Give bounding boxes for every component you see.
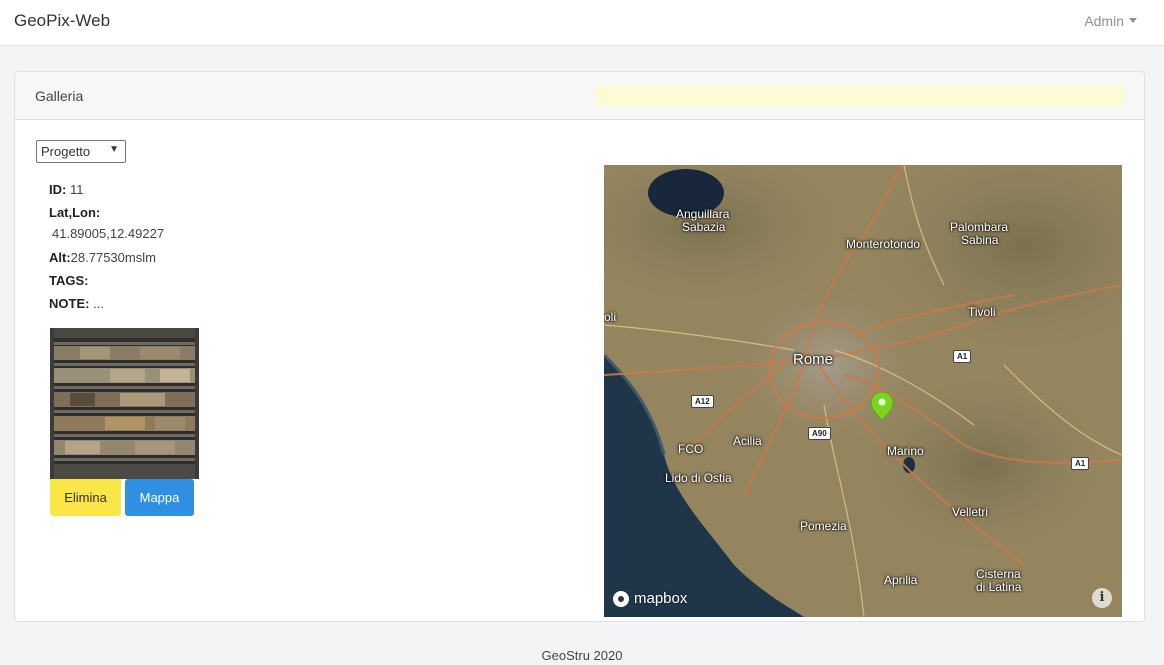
road-shield-a90: A90 (808, 427, 831, 440)
map-label-fco: FCO (678, 442, 704, 456)
latlon-label: Lat,Lon: (49, 205, 101, 220)
mapbox-logo-icon (613, 590, 629, 607)
map-label-tivoli: Tivoli (968, 305, 996, 319)
alt-value: 28.77530mslm (70, 250, 156, 265)
map-view[interactable]: Anguillara Sabazia Monterotondo Palombar… (604, 165, 1122, 617)
road-shield-a1-south: A1 (1071, 457, 1090, 470)
note-value: ... (93, 296, 104, 311)
map-label-oli: oli (604, 310, 617, 324)
page-footer: GeoStru 2020 (541, 648, 623, 663)
user-menu-dropdown[interactable]: Admin (1084, 13, 1137, 29)
map-label-di-latina: di Latina (976, 580, 1022, 594)
project-select-value: Progetto (41, 144, 91, 159)
alt-label: Alt: (49, 250, 71, 265)
photo-id-row: ID: 11 (49, 182, 83, 197)
gallery-card-header: Galleria (15, 72, 1144, 120)
user-menu-label: Admin (1084, 13, 1124, 29)
photo-thumbnail[interactable] (50, 328, 199, 479)
project-select[interactable]: Progetto ▼ (36, 140, 126, 163)
caret-down-icon (1129, 18, 1137, 23)
map-label-rome: Rome (793, 351, 834, 368)
status-message-bar (595, 85, 1125, 107)
map-label-velletri: Velletri (952, 505, 989, 519)
id-value: 11 (69, 182, 84, 197)
altitude-row: Alt:28.77530mslm (49, 250, 156, 265)
map-label-sabazia: Sabazia (682, 220, 726, 234)
latlon-label-row: Lat,Lon: (49, 205, 100, 220)
note-label: NOTE: (49, 296, 90, 311)
id-label: ID: (49, 182, 67, 197)
brand-title[interactable]: GeoPix-Web (14, 11, 110, 31)
delete-button[interactable]: Elimina (50, 479, 121, 516)
map-label-acilia: Acilia (733, 434, 762, 448)
map-label-monterotondo: Monterotondo (846, 237, 921, 251)
map-label-aprilia: Aprilia (884, 573, 918, 587)
road-shield-a12: A12 (691, 395, 714, 408)
core-box-photo (50, 328, 199, 479)
mapbox-attribution-text: mapbox (634, 590, 688, 607)
top-navbar: GeoPix-Web Admin (0, 0, 1164, 46)
select-arrow-icon: ▼ (109, 144, 119, 155)
map-info-icon[interactable]: i (1092, 588, 1112, 608)
road-shield-a1-north: A1 (953, 350, 972, 363)
tags-row: TAGS: (49, 273, 88, 288)
map-label-lido-di-ostia: Lido di Ostia (665, 471, 732, 485)
map-label-marino: Marino (887, 444, 924, 458)
map-label-pomezia: Pomezia (800, 519, 847, 533)
map-label-sabina: Sabina (961, 233, 999, 247)
tags-label: TAGS: (49, 273, 89, 288)
gallery-title: Galleria (35, 88, 84, 104)
latlon-value: 41.89005,12.49227 (52, 226, 165, 241)
note-row: NOTE: ... (49, 296, 104, 311)
mapbox-attribution[interactable]: mapbox (613, 590, 687, 607)
show-map-button[interactable]: Mappa (125, 479, 194, 516)
gallery-card: Galleria Progetto ▼ ID: 11 Lat,Lon: 41.8… (14, 71, 1145, 622)
